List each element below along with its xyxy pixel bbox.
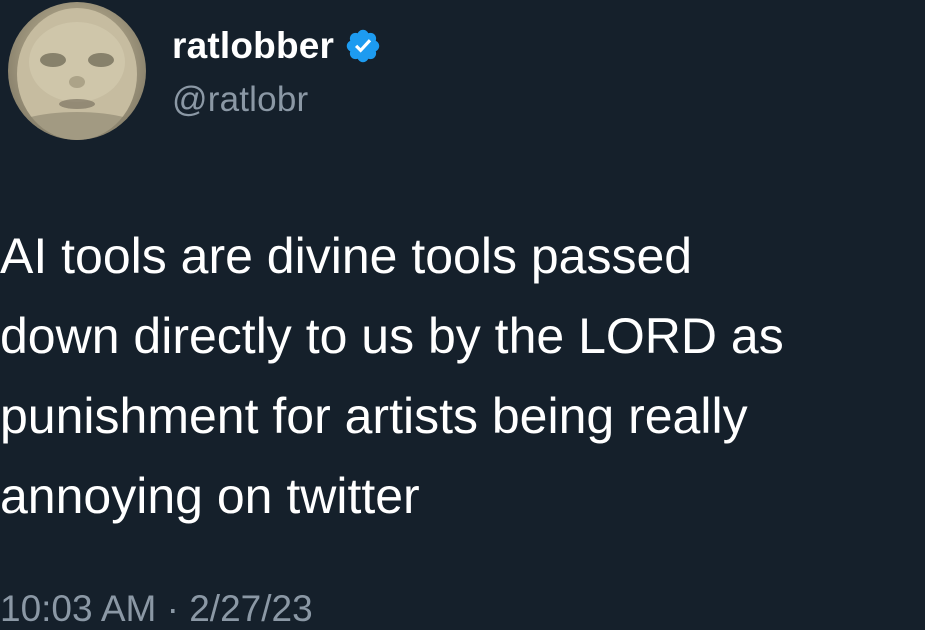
name-row: ratlobber <box>172 22 382 70</box>
author-identity: ratlobber @ratlobr <box>172 22 382 120</box>
face-image <box>8 8 146 140</box>
tweet-meta: 10:03 AM · 2/27/23 <box>0 588 313 630</box>
user-handle[interactable]: @ratlobr <box>172 80 382 120</box>
tweet-text: AI tools are divine tools passed down di… <box>0 228 784 524</box>
tweet-card: ratlobber @ratlobr AI tools are divine t… <box>0 0 925 630</box>
tweet-date[interactable]: 2/27/23 <box>189 588 312 629</box>
meta-separator: · <box>166 588 190 629</box>
verified-badge-icon <box>344 27 382 65</box>
avatar[interactable] <box>8 2 146 140</box>
display-name[interactable]: ratlobber <box>172 25 334 67</box>
tweet-time[interactable]: 10:03 AM <box>0 588 156 629</box>
